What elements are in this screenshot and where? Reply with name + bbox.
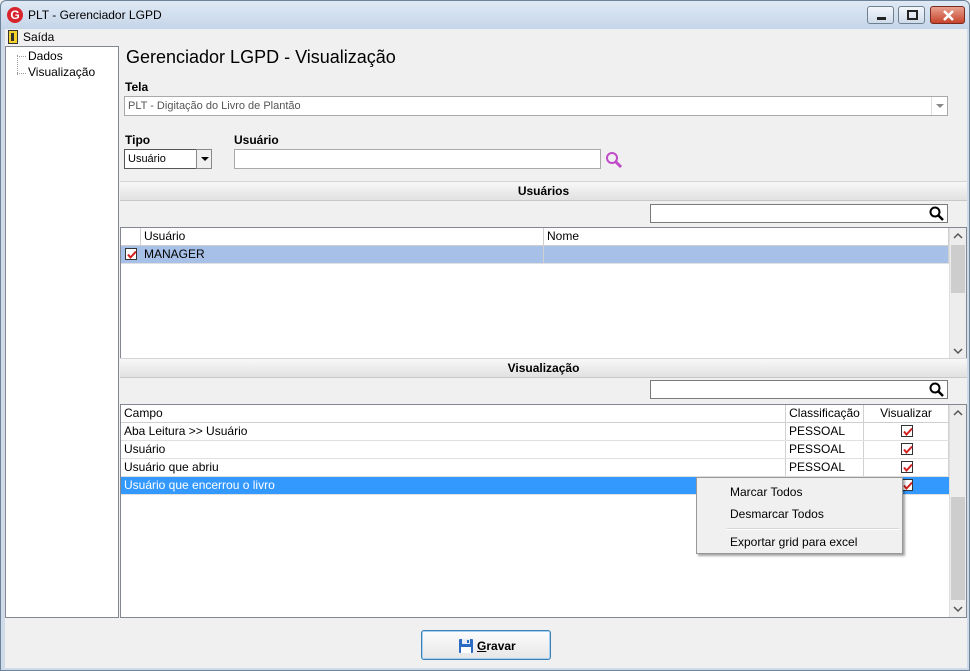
tipo-select-value: Usuário [128,153,166,165]
visualizar-checkbox[interactable] [901,425,913,437]
tree-item-dados[interactable]: Dados [28,49,63,63]
visualizacao-scrollbar[interactable] [949,405,966,617]
visualizar-checkbox[interactable] [901,461,913,473]
table-row[interactable]: Usuário PESSOAL [121,441,949,459]
chevron-down-icon[interactable] [931,97,947,115]
context-menu: Marcar Todos Desmarcar Todos Exportar gr… [696,477,903,554]
visualizar-checkbox[interactable] [901,443,913,455]
usuarios-search-input[interactable] [650,204,948,223]
usuario-label: Usuário [234,133,279,147]
cell-campo: Usuário [121,441,786,458]
usuario-input[interactable] [234,149,601,169]
app-logo-icon: G [7,7,23,23]
cell-visualizar [864,441,949,458]
main-window: G PLT - Gerenciador LGPD Saída Dados Vis… [0,0,970,671]
save-button-label: Gravar [477,639,516,653]
scroll-up-icon[interactable] [950,405,966,421]
tree-connector [17,56,26,57]
checkmark-icon [903,463,913,473]
table-row[interactable]: Aba Leitura >> Usuário PESSOAL [121,423,949,441]
close-icon [943,10,954,21]
client-area: Saída Dados Visualização Gerenciador LGP… [5,29,967,668]
column-header-visualizar[interactable]: Visualizar [864,405,949,423]
minimize-icon [877,17,886,20]
column-header-usuario[interactable]: Usuário [141,228,544,246]
visualizacao-section-header: Visualização [120,358,967,378]
scroll-down-icon[interactable] [950,343,966,359]
menu-exit-label: Saída [23,30,55,44]
tree-connector [17,73,26,74]
navigation-tree: Dados Visualização [5,46,119,618]
column-header-select [121,228,141,246]
table-row[interactable]: Usuário que abriu PESSOAL [121,459,949,477]
minimize-button[interactable] [867,6,894,24]
usuarios-grid: Usuário Nome MANAGER [120,227,967,360]
menu-bar: Saída [5,29,967,46]
search-icon[interactable] [929,206,945,222]
tela-select[interactable]: PLT - Digitação do Livro de Plantão [124,96,948,116]
column-header-campo[interactable]: Campo [121,405,786,423]
tipo-select[interactable]: Usuário [124,149,212,169]
exit-door-icon [8,30,18,44]
cell-visualizar [864,459,949,476]
tree-connector [17,55,18,75]
tree-item-visualizacao[interactable]: Visualização [28,65,95,79]
cell-campo: Usuário que abriu [121,459,786,476]
scroll-up-icon[interactable] [950,228,966,244]
title-bar: G PLT - Gerenciador LGPD [1,1,969,29]
cell-usuario: MANAGER [141,246,544,263]
checkmark-icon [903,427,913,437]
cell-campo: Usuário que encerrou o livro [121,477,786,494]
cell-visualizar [864,423,949,440]
menu-item-exportar-excel[interactable]: Exportar grid para excel [730,535,857,549]
restore-icon [907,10,918,20]
chevron-down-icon[interactable] [196,149,212,169]
maximize-button[interactable] [898,6,925,24]
cell-campo: Aba Leitura >> Usuário [121,423,786,440]
cell-classificacao: PESSOAL [786,441,864,458]
cell-nome [544,246,949,263]
menu-exit[interactable]: Saída [7,29,54,46]
visualizacao-grid-header: Campo Classificação Visualizar [121,405,949,423]
tela-select-value: PLT - Digitação do Livro de Plantão [128,100,301,112]
page-title: Gerenciador LGPD - Visualização [126,47,396,67]
cell-classificacao: PESSOAL [786,459,864,476]
menu-separator [727,528,899,530]
search-icon[interactable] [604,150,624,170]
scrollbar-thumb[interactable] [951,497,965,600]
floppy-disk-icon [459,639,473,653]
tipo-label: Tipo [125,133,151,147]
checkmark-icon [903,481,913,491]
table-row[interactable]: MANAGER [121,246,949,264]
cell-classificacao: PESSOAL [786,423,864,440]
scroll-down-icon[interactable] [950,601,966,617]
checkmark-icon [903,445,913,455]
save-button[interactable]: Gravar [421,630,551,660]
column-header-nome[interactable]: Nome [544,228,949,246]
window-title: PLT - Gerenciador LGPD [28,8,162,22]
usuarios-scrollbar[interactable] [949,228,966,359]
column-header-classificacao[interactable]: Classificação [786,405,864,423]
checkmark-icon [127,250,137,260]
usuarios-grid-header: Usuário Nome [121,228,949,246]
row-checkbox[interactable] [125,248,137,260]
visualizacao-search-input[interactable] [650,380,948,399]
menu-item-desmarcar-todos[interactable]: Desmarcar Todos [730,507,824,521]
search-icon[interactable] [929,382,945,398]
close-button[interactable] [930,6,965,24]
menu-item-marcar-todos[interactable]: Marcar Todos [730,485,802,499]
usuarios-section-header: Usuários [120,181,967,201]
scrollbar-thumb[interactable] [951,245,965,293]
tela-label: Tela [125,80,149,94]
